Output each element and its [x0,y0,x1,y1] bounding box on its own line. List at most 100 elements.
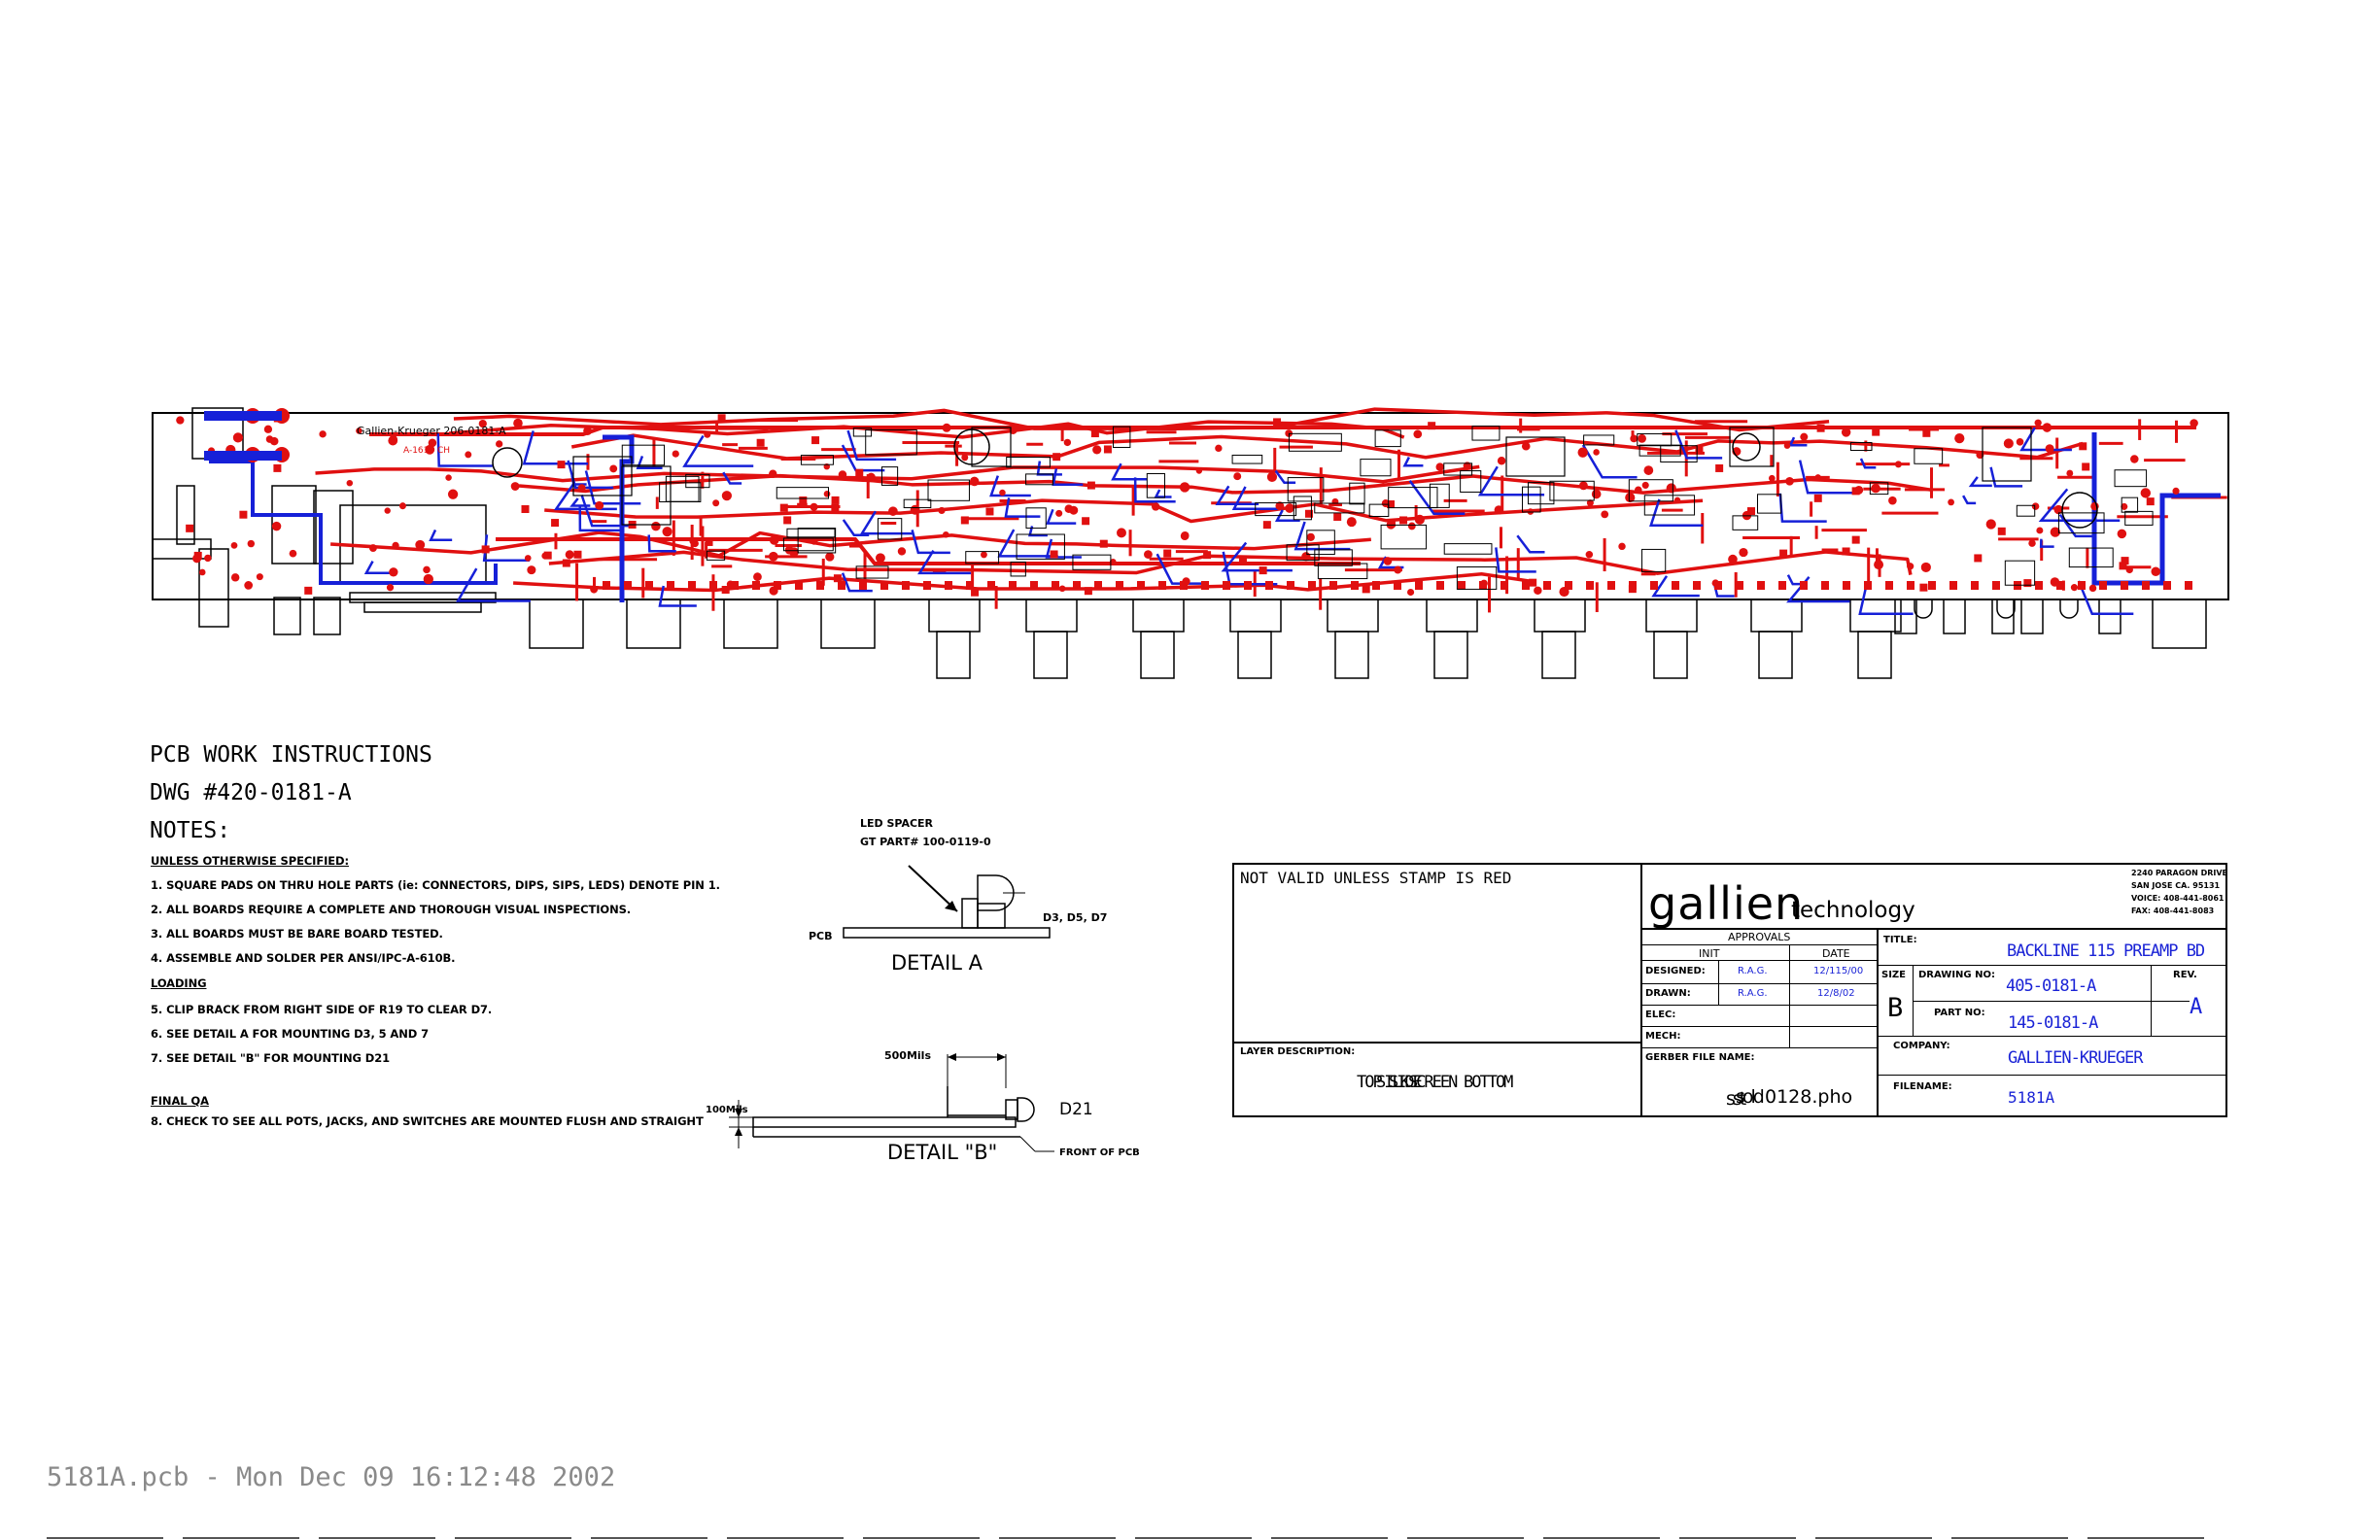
pad [256,573,263,581]
pad-square [1084,587,1092,596]
pad-square [557,461,566,469]
pad [415,539,426,550]
pad-square [831,503,840,512]
pad-square [799,496,808,504]
pot-body [1750,599,1803,633]
pad [244,581,254,590]
pad-square [783,516,792,525]
edge-pad [1543,581,1551,590]
edge-pad [667,581,674,590]
pad-square [1779,549,1788,558]
pot-body [1025,599,1078,633]
pad [1092,445,1102,455]
pad [1383,557,1393,565]
pad [1195,467,1203,474]
pad [583,427,593,435]
pad [788,547,799,558]
drawing-number: DWG #420-0181-A [150,780,352,805]
pad [2172,487,2180,495]
edge-pad [1329,581,1337,590]
pad [2070,584,2079,592]
bottom-trace [1581,444,1638,479]
pad [1601,510,1609,519]
component-outline [1380,524,1428,550]
pad [980,551,987,559]
detail-b-drawing: 500Mils D21 100Mils FRONT OF PCB DETAIL … [706,1049,1140,1164]
pad [2151,566,2160,577]
input-jack [529,599,584,649]
pad-square [855,468,864,477]
pad-square [1273,418,1282,427]
pad-square [833,574,842,583]
edge-pad [1629,581,1637,590]
edge-pad [2035,581,2043,590]
edge-pad [1479,581,1487,590]
edge-pad [1757,581,1765,590]
init-label: INIT [1699,947,1720,960]
pot-shaft [1334,631,1369,679]
edge-pad [2142,581,2150,590]
notes-heading: NOTES: [150,818,231,843]
edge-pad [1864,581,1872,590]
edge-pad [1244,581,1252,590]
pad [2140,488,2151,498]
pot-body [928,599,981,633]
edge-pad [1821,581,1829,590]
pad [1055,509,1063,517]
pad [1618,542,1626,551]
pad [447,489,459,499]
pad-square [481,545,490,554]
pad-square [1238,556,1247,565]
pad [319,430,327,438]
brand-logo-sub: technology [1791,898,1915,923]
bottom-trace [1402,457,1424,467]
pad [541,552,549,560]
pad [1414,514,1425,525]
pad [204,554,212,563]
pad [1117,528,1126,538]
pad [2042,423,2052,432]
bottom-trace [429,529,453,541]
silkscreen-title: Gallien-Krueger 206-0181-A [357,425,506,437]
pad [1233,472,1242,481]
pad [392,541,399,550]
edge-pad [1116,581,1123,590]
pot-body [1645,599,1698,633]
pad-square [1090,429,1099,438]
pad [1907,563,1914,570]
leds-label: D3, D5, D7 [1043,911,1107,924]
pad [1497,457,1506,465]
pad [897,547,907,556]
dim-500mils: 500Mils [884,1049,931,1062]
pad-square [1262,521,1271,530]
detail-a-drawing: LED SPACER GT PART# 100-0119-0 PCB D3, D… [809,817,1107,975]
pad [1179,482,1190,493]
pad-square [1399,516,1408,525]
pad [838,470,847,479]
edge-pad [1265,581,1273,590]
edge-pad [1971,581,1979,590]
led-body [2059,599,2079,619]
edge-pad [1094,581,1102,590]
final-heading: FINAL QA [151,1094,209,1108]
pad [423,565,431,574]
pot-shaft [1758,631,1793,679]
pad [704,430,711,438]
pad [1266,471,1278,482]
edge-pad [1009,581,1017,590]
note-4: 4. ASSEMBLE AND SOLDER PER ANSI/IPC-A-61… [151,951,456,965]
pad [527,565,536,575]
bottom-bus [603,434,635,602]
component-outline [2114,469,2148,488]
pad-square [1082,517,1090,526]
pot-shaft [1541,631,1576,679]
edge-pad [1607,581,1615,590]
edge-pad [1843,581,1850,590]
edge-pad [1522,581,1530,590]
pad [263,425,273,433]
pad [577,484,586,493]
pcb-b-side [752,1116,1017,1128]
pad-square [573,550,582,559]
pad-square [1099,539,1108,548]
edge-pad [1180,581,1188,590]
